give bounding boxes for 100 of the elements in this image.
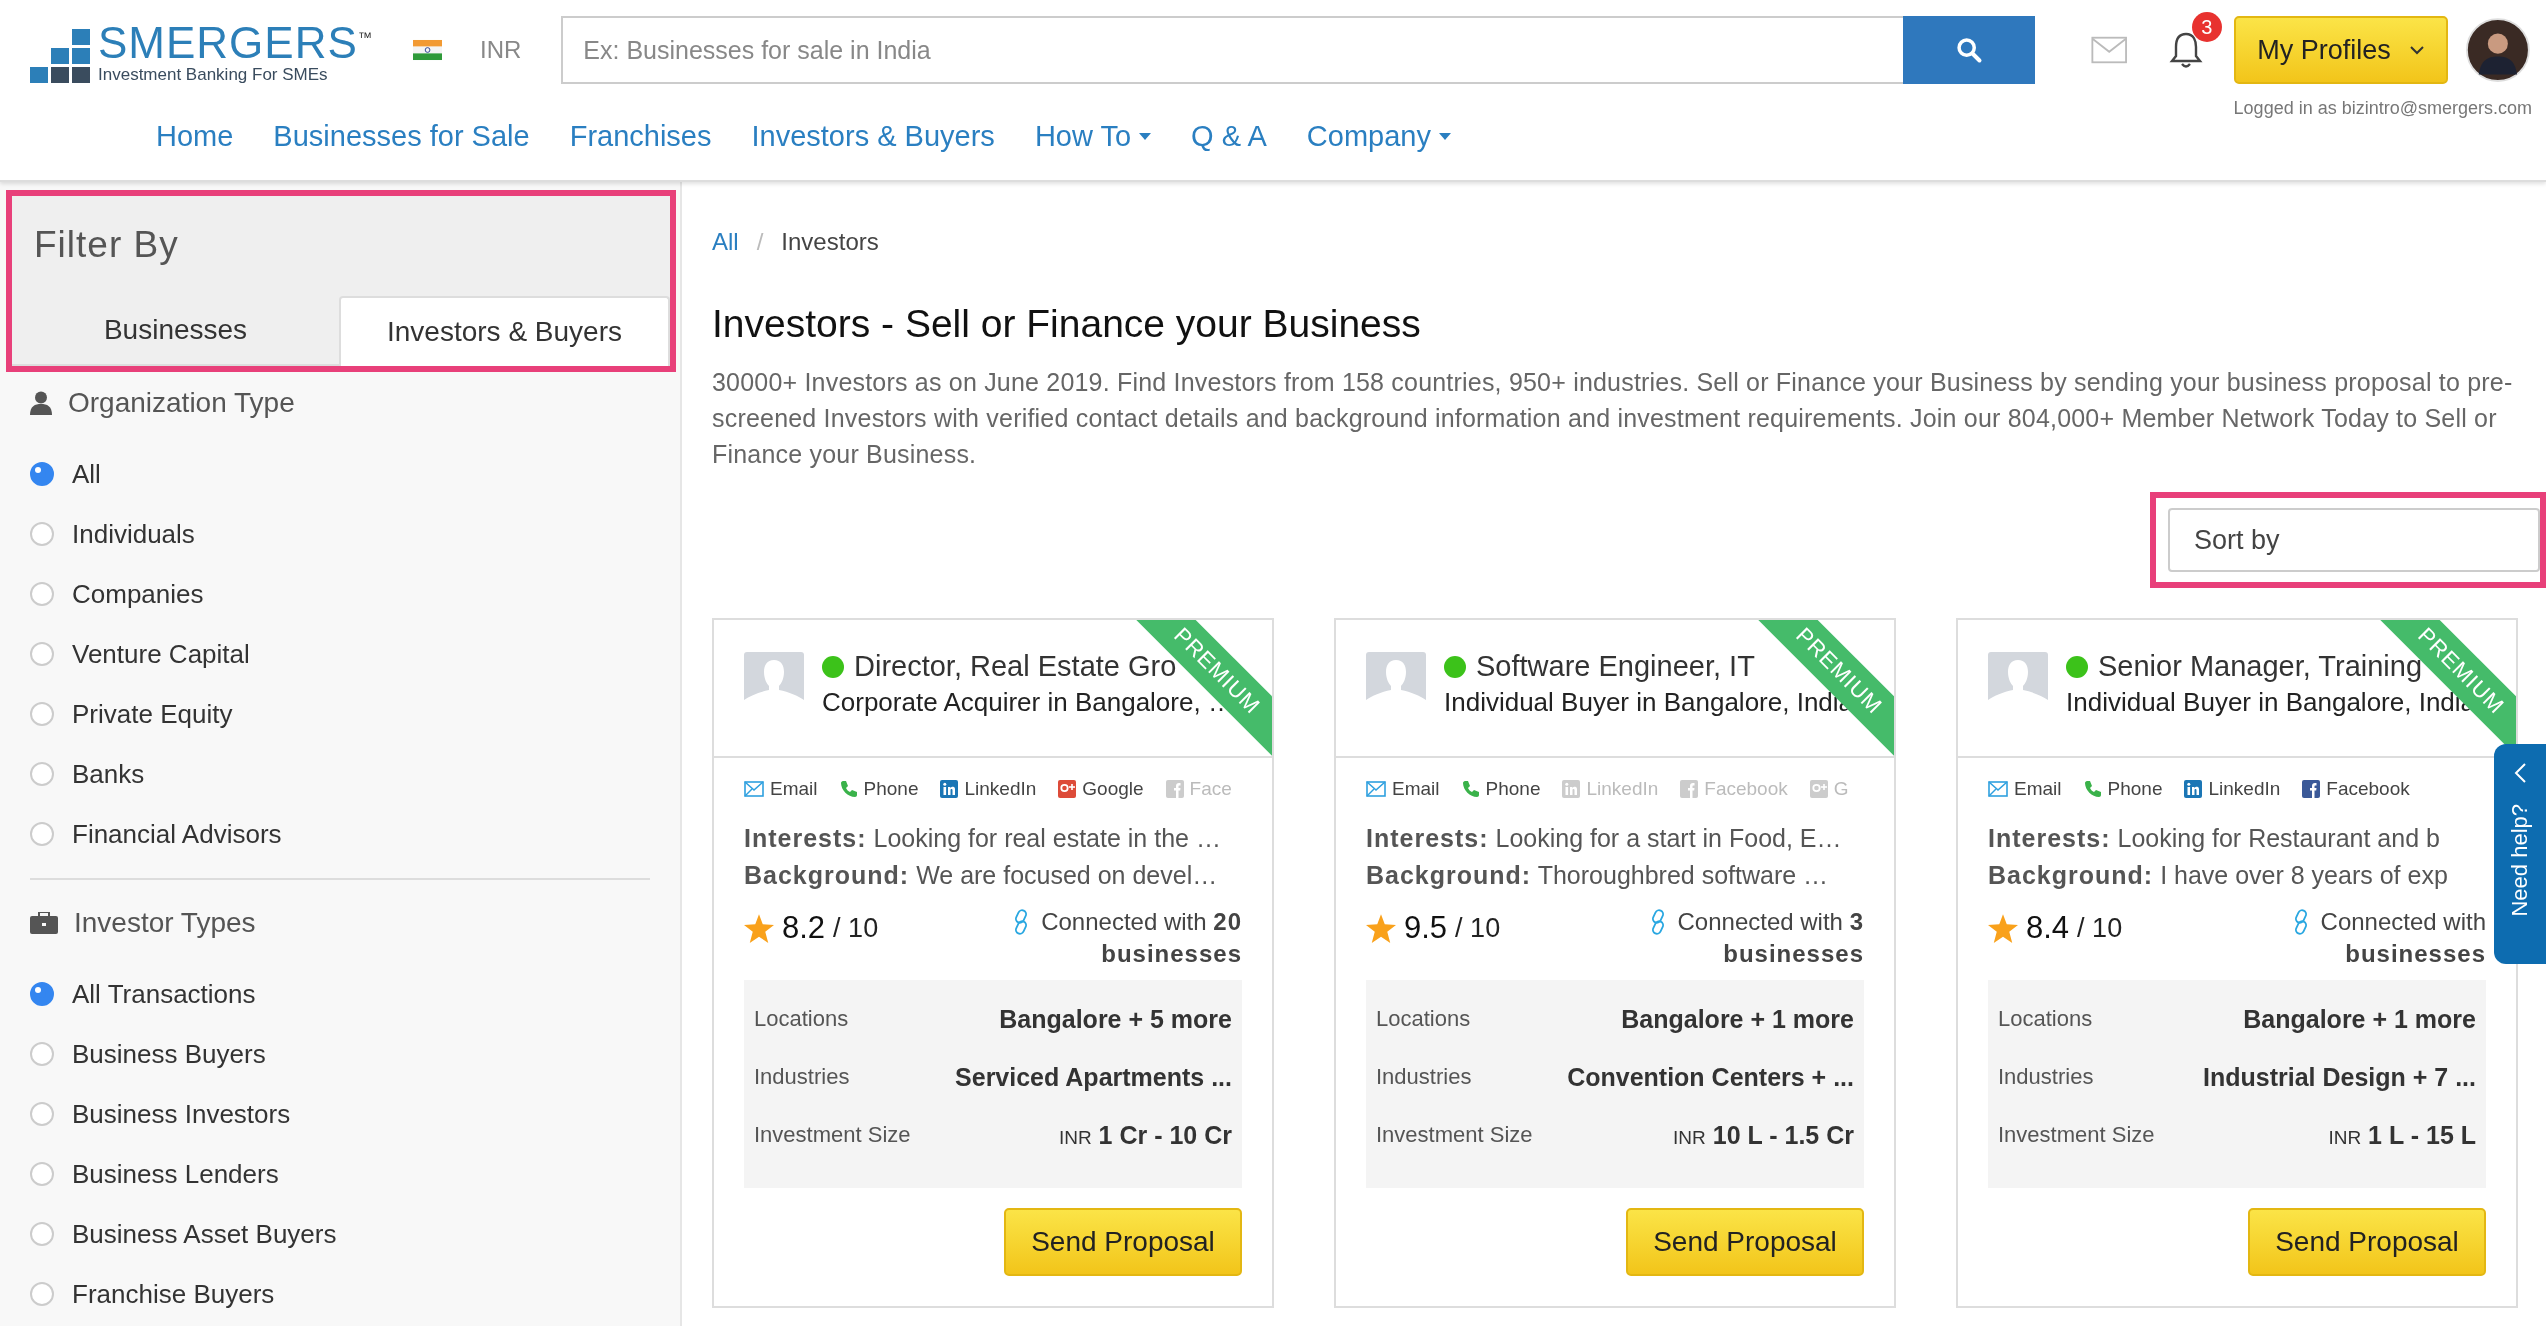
background-text: Background: We are focused on devel… [744, 861, 1219, 890]
option-label[interactable]: All [72, 458, 101, 490]
profile-placeholder-icon [1988, 652, 2048, 712]
radio-button[interactable] [30, 1282, 54, 1306]
phone-icon [1461, 780, 1480, 798]
detail-value: Bangalore + 1 more [1621, 1004, 1854, 1034]
contact-item[interactable]: Email [744, 778, 818, 800]
connections-unit: businesses [1723, 940, 1864, 968]
connections-text: Connected with [2320, 908, 2486, 936]
send-proposal-button[interactable]: Send Proposal [1626, 1208, 1864, 1276]
currency-selector[interactable]: INR [479, 36, 522, 64]
bell-icon[interactable] [2167, 30, 2204, 70]
radio-button[interactable] [30, 642, 54, 666]
nav-link[interactable]: Company [1306, 120, 1451, 153]
detail-label: Industries [1998, 1064, 2094, 1090]
option-label[interactable]: Financial Advisors [72, 818, 282, 850]
option-label[interactable]: Banks [72, 758, 145, 790]
option-label[interactable]: Business Buyers [72, 1038, 266, 1070]
page-title: Investors - Sell or Finance your Business [712, 302, 1422, 346]
profile-placeholder-icon [744, 652, 804, 712]
contact-item[interactable]: LinkedIn [2184, 778, 2281, 800]
detail-label: Investment Size [754, 1122, 911, 1148]
breadcrumb-separator: / [756, 228, 764, 256]
connections-unit: businesses [1101, 940, 1242, 968]
notification-badge: 3 [2191, 12, 2222, 42]
profiles-button[interactable]: My Profiles [2233, 16, 2449, 84]
rating-scale: / 10 [2077, 912, 2123, 944]
contact-item[interactable]: Phone [1461, 778, 1541, 800]
radio-button[interactable] [30, 982, 54, 1006]
logo-name[interactable]: SMERGERS$^{™}$ [98, 15, 373, 65]
breadcrumb-current: Investors [781, 228, 879, 256]
help-tab[interactable]: Need help? [2494, 744, 2546, 964]
radio-button[interactable] [30, 522, 54, 546]
radio-button[interactable] [30, 1222, 54, 1246]
detail-value: Bangalore + 5 more [999, 1004, 1232, 1034]
nav-link[interactable]: Franchises [569, 120, 712, 153]
mail-icon[interactable] [2091, 35, 2128, 65]
nav-link[interactable]: Q & A [1191, 120, 1267, 153]
option-label[interactable]: Companies [72, 578, 204, 610]
search-button[interactable] [1903, 16, 2036, 84]
rating-score: 8.2 [782, 910, 826, 946]
nav-link[interactable]: How To [1034, 120, 1152, 153]
profile-placeholder-icon [1366, 652, 1426, 712]
nav-link[interactable]: Home [156, 120, 234, 153]
linkedin-icon [2184, 780, 2203, 798]
contact-item[interactable]: Phone [2083, 778, 2163, 800]
contact-item[interactable]: Email [1988, 778, 2062, 800]
star-icon [1988, 913, 2018, 943]
detail-value: INR 10 L - 1.5 Cr [1673, 1120, 1854, 1150]
detail-label: Industries [754, 1064, 850, 1090]
option-label[interactable]: Business Asset Buyers [72, 1218, 337, 1250]
option-label[interactable]: All Transactions [72, 978, 256, 1010]
nav-link[interactable]: Businesses for Sale [273, 120, 530, 153]
investor-title[interactable]: Software Engineer, IT [1476, 650, 1755, 683]
facebook-icon [2302, 780, 2321, 798]
connections-text: Connected with 20 [1041, 908, 1242, 936]
radio-button[interactable] [30, 822, 54, 846]
filter-tab[interactable]: Investors & Buyers [339, 296, 670, 366]
envelope-icon [744, 781, 764, 797]
contact-item[interactable]: Email [1366, 778, 1440, 800]
send-proposal-button[interactable]: Send Proposal [1004, 1208, 1242, 1276]
connections-text: Connected with 3 [1677, 908, 1864, 936]
option-label[interactable]: Business Investors [72, 1098, 291, 1130]
section-title: Organization Type [68, 387, 295, 419]
breadcrumb-link[interactable]: All [712, 228, 739, 256]
filter-title: Filter By [33, 223, 180, 267]
radio-button[interactable] [30, 702, 54, 726]
contact-item[interactable]: Facebook [2302, 778, 2410, 800]
option-label[interactable]: Private Equity [72, 698, 233, 730]
option-label[interactable]: Venture Capital [72, 638, 250, 670]
chevron-down-icon [2408, 45, 2425, 55]
rating-score: 9.5 [1404, 910, 1448, 946]
contact-item[interactable]: Phone [839, 778, 919, 800]
google-plus-icon [1809, 780, 1828, 798]
nav-link[interactable]: Investors & Buyers [751, 120, 995, 153]
detail-label: Locations [1998, 1006, 2093, 1032]
radio-button[interactable] [30, 1042, 54, 1066]
contact-item[interactable]: LinkedIn [940, 778, 1037, 800]
option-label[interactable]: Individuals [72, 518, 195, 550]
background-text: Background: Thoroughbred software … [1366, 861, 1830, 890]
search-icon [1955, 36, 1984, 64]
radio-button[interactable] [30, 1162, 54, 1186]
facebook-icon [1680, 780, 1699, 798]
option-label[interactable]: Business Lenders [72, 1158, 279, 1190]
contact-item[interactable]: Google [1058, 778, 1144, 800]
sort-select[interactable]: Sort by [2168, 508, 2540, 572]
search-field[interactable]: Ex: Businesses for sale in India [561, 16, 1904, 84]
flag-icon[interactable] [412, 39, 442, 61]
section-title: Investor Types [74, 907, 256, 939]
intro-text: 30000+ Investors as on June 2019. Find Investors from 158 countries, 950+ industries. Sell or Finance your Business by sending your business proposal to pre-screened Investors with verified contact details and background information and investment requirements. Join our 804,000+ Member Network Today to Sell or Finance your Business. [712, 367, 2514, 470]
send-proposal-button[interactable]: Send Proposal [2248, 1208, 2486, 1276]
option-label[interactable]: Franchise Buyers [72, 1278, 275, 1310]
radio-button[interactable] [30, 1102, 54, 1126]
briefcase-icon [30, 912, 58, 934]
person-icon [30, 391, 52, 415]
radio-button[interactable] [30, 762, 54, 786]
investor-title[interactable]: Director, Real Estate Gro [854, 650, 1177, 683]
radio-button[interactable] [30, 462, 54, 486]
radio-button[interactable] [30, 582, 54, 606]
avatar-icon[interactable] [2466, 15, 2530, 85]
